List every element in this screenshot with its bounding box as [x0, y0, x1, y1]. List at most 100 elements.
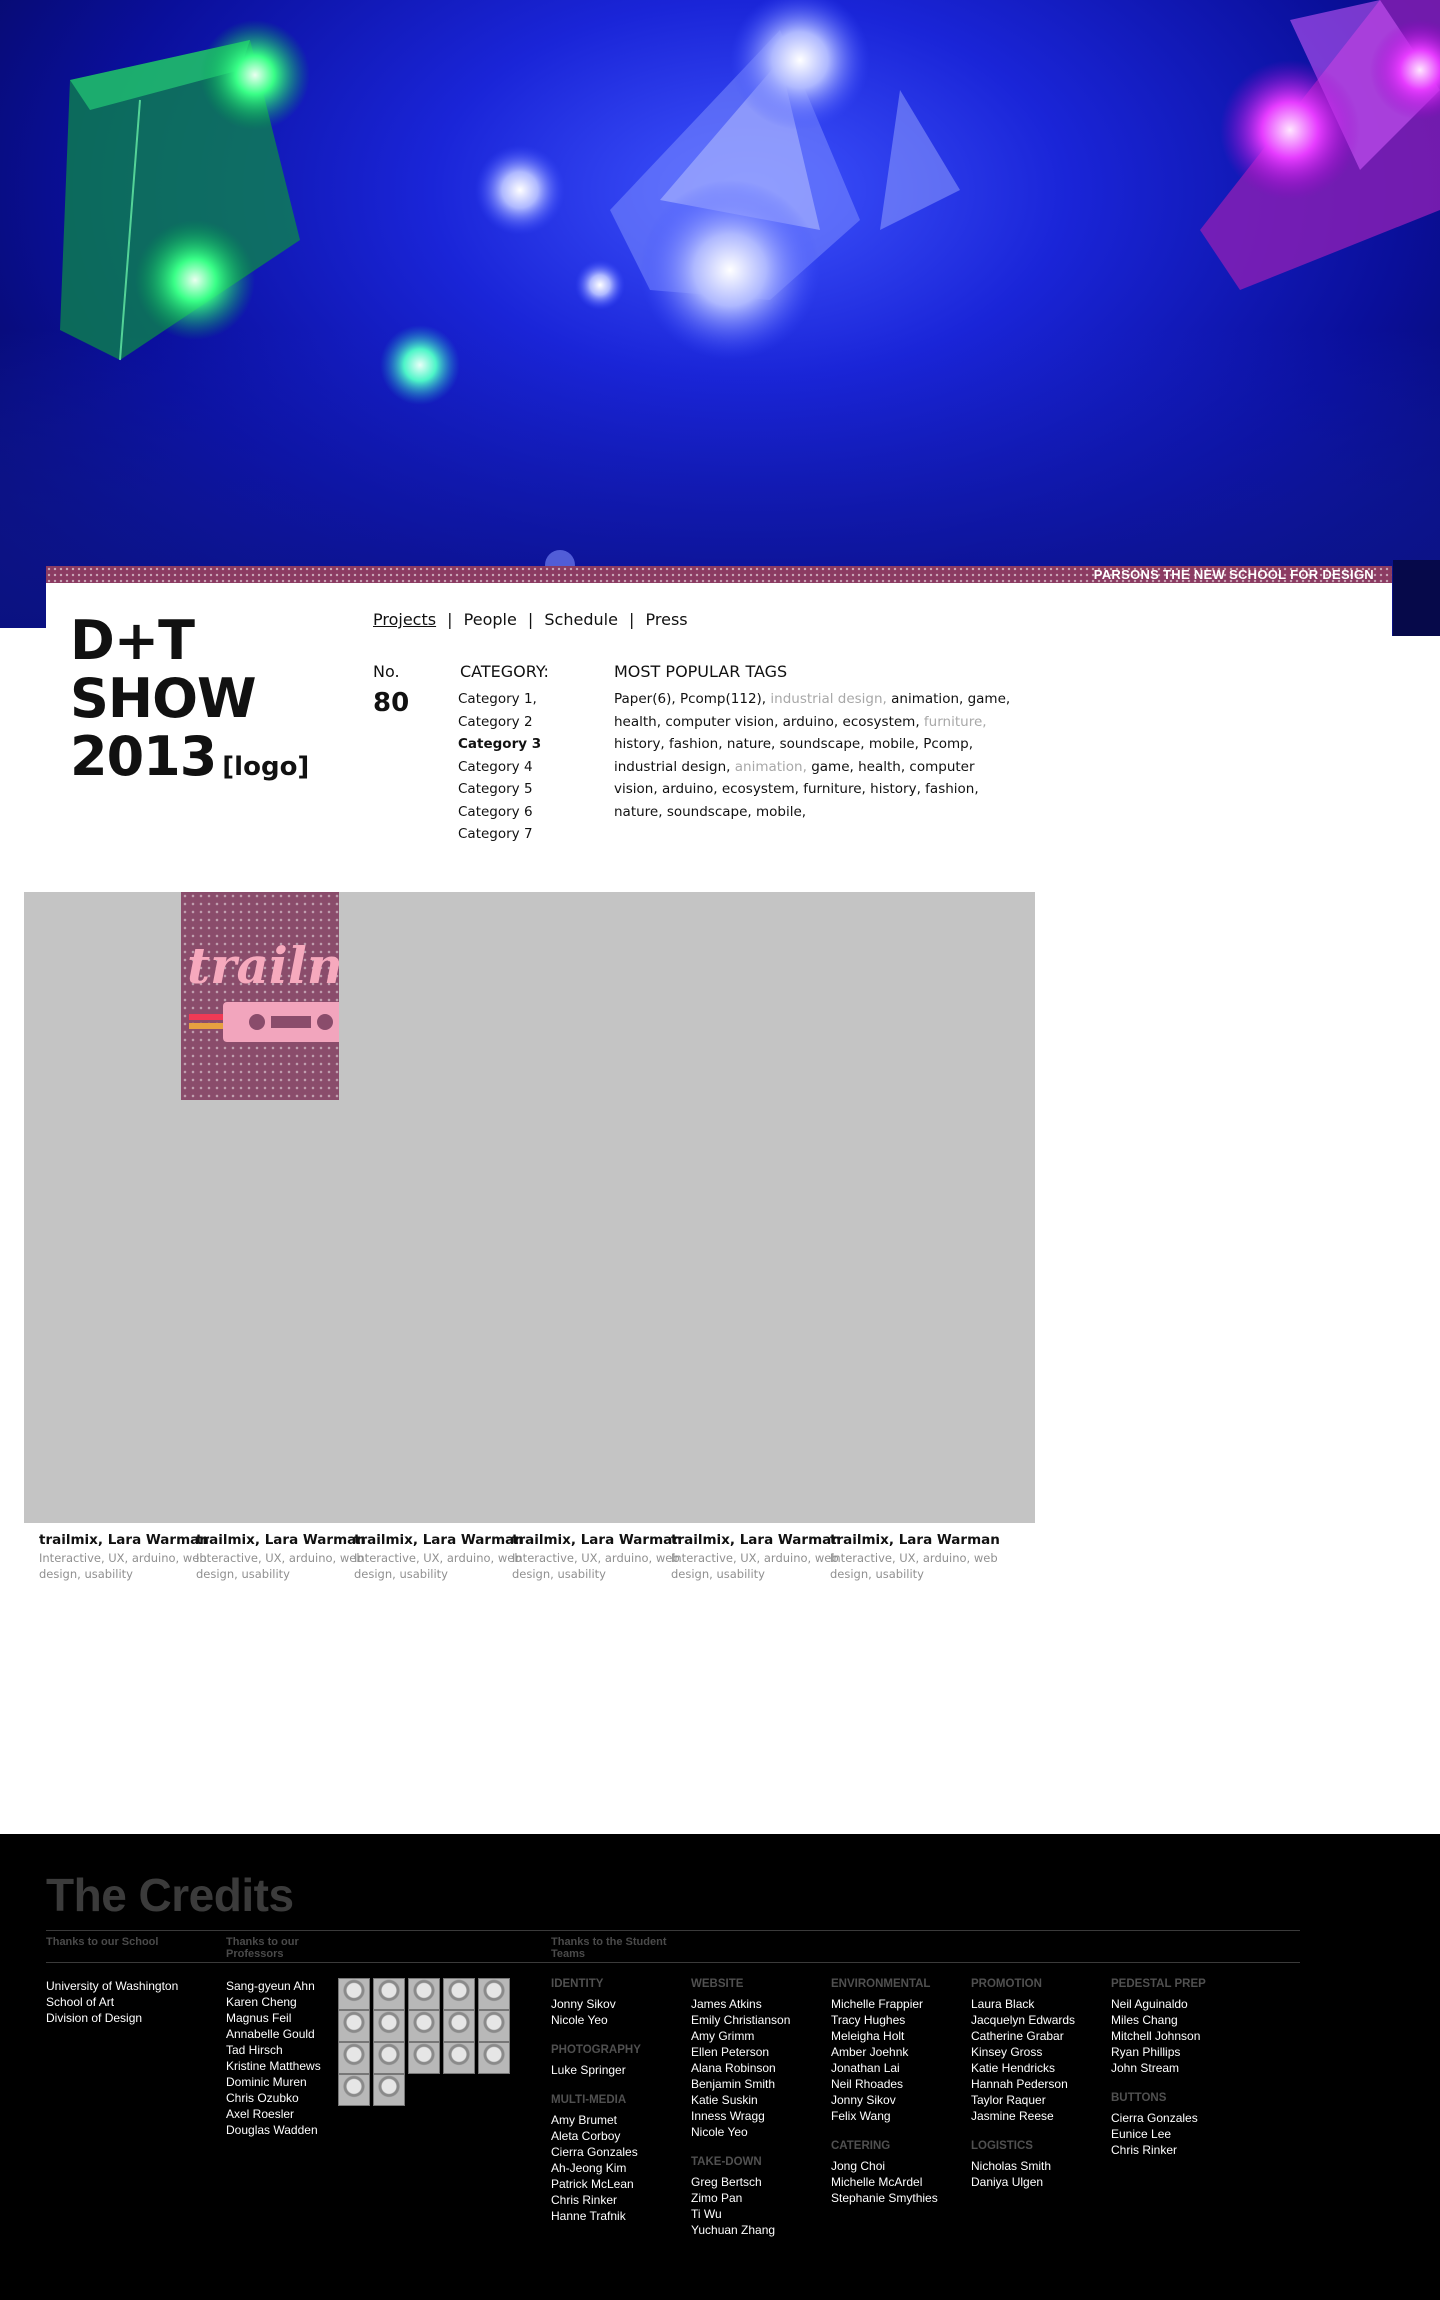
team-member: Mitchell Johnson — [1111, 2029, 1201, 2043]
tag-link[interactable]: mobile, — [869, 736, 919, 752]
team-member: Yuchuan Zhang — [691, 2223, 776, 2237]
team-member: Amy Grimm — [691, 2029, 755, 2043]
divider — [46, 1930, 1300, 1931]
tag-link[interactable]: arduino, — [662, 781, 718, 797]
portrait-photo — [338, 1978, 370, 2010]
project-thumbnail[interactable] — [815, 1307, 1035, 1523]
professor-name: Dominic Muren — [226, 2075, 307, 2089]
team-group: PROMOTION Laura Black Jacquelyn Edwards Cat… — [971, 1978, 1111, 2124]
category-item[interactable]: Category 5 — [458, 778, 541, 801]
tag-link[interactable]: fashion, — [669, 736, 722, 752]
tag-link[interactable]: animation, — [735, 759, 807, 775]
project-thumbnail[interactable] — [815, 1100, 1035, 1316]
portrait-photo — [338, 2010, 370, 2042]
category-item[interactable]: Category 1, — [458, 688, 541, 711]
project-thumbnail[interactable] — [815, 892, 1035, 1108]
tag-link[interactable]: soundscape, — [780, 736, 865, 752]
category-item[interactable]: Category 6 — [458, 801, 541, 824]
cassette-window — [271, 1016, 311, 1028]
nav-people[interactable]: People — [464, 610, 517, 629]
tag-link[interactable]: fashion, — [925, 781, 978, 797]
project-count: 80 — [373, 688, 410, 718]
main-nav: Projects | People | Schedule | Press — [373, 610, 688, 629]
team-group: BUTTONS Cierra Gonzales Eunice Lee Chris Ri… — [1111, 2092, 1251, 2158]
tag-link[interactable]: Paper(6), — [614, 691, 676, 707]
tag-link[interactable]: ecosystem, — [722, 781, 799, 797]
team-member-list: Michelle Frappier Tracy Hughes Meleigha Ho… — [831, 1996, 971, 2124]
team-heading: BUTTONS — [1111, 2092, 1167, 2104]
team-member: Cierra Gonzales — [551, 2145, 638, 2159]
title-line-3: 2013 [logo] — [70, 725, 310, 788]
team-member: Cierra Gonzales — [1111, 2111, 1198, 2125]
team-member: Ah-Jeong Kim — [551, 2161, 627, 2175]
category-item[interactable]: Category 4 — [458, 756, 541, 779]
tag-link[interactable]: game, — [968, 691, 1011, 707]
tag-link[interactable]: Pcomp(112), — [680, 691, 766, 707]
team-member-list: Luke Springer — [551, 2062, 691, 2078]
tag-link[interactable]: Pcomp, — [923, 736, 973, 752]
team-member-list: Jonny Sikov Nicole Yeo — [551, 1996, 691, 2028]
portrait-photo — [373, 1978, 405, 2010]
category-list: Category 1, Category 2 Category 3 Catego… — [458, 688, 541, 846]
tag-link[interactable]: ecosystem, — [843, 714, 920, 730]
nav-press[interactable]: Press — [646, 610, 688, 629]
team-member: Neil Rhoades — [831, 2077, 904, 2091]
school-list: University of Washington School of Art Div… — [46, 1978, 178, 2026]
tag-link[interactable]: furniture, — [924, 714, 987, 730]
school-line: Division of Design — [46, 2011, 143, 2025]
portrait-photo — [338, 2074, 370, 2106]
project-title[interactable]: trailmix, Lara Warman — [830, 1532, 1000, 1548]
nav-schedule[interactable]: Schedule — [544, 610, 618, 629]
portrait-photo — [373, 2042, 405, 2074]
category-item[interactable]: Category 7 — [458, 823, 541, 846]
tag-link[interactable]: industrial design, — [770, 691, 886, 707]
category-item-active[interactable]: Category 3 — [458, 733, 541, 756]
professor-name: Chris Ozubko — [226, 2091, 299, 2105]
tag-link[interactable]: history, — [614, 736, 665, 752]
hero-edge-strip — [0, 628, 46, 636]
team-member: Chris Rinker — [551, 2193, 618, 2207]
team-group: MULTI-MEDIA Amy Brumet Aleta Corboy Cierra … — [551, 2094, 691, 2224]
divider — [46, 1962, 1300, 1963]
team-member: Eunice Lee — [1111, 2127, 1172, 2141]
team-heading: WEBSITE — [691, 1978, 744, 1990]
team-column: IDENTITY Jonny Sikov Nicole Yeo PHOTOGRAPHY… — [551, 1978, 691, 2240]
tag-link[interactable]: health, — [858, 759, 905, 775]
team-member: Amber Joehnk — [831, 2045, 909, 2059]
tag-link[interactable]: health, — [614, 714, 661, 730]
cassette-reel — [249, 1014, 265, 1030]
project-tags: Interactive, UX, arduino, web design, us… — [830, 1551, 998, 1581]
tag-link[interactable]: history, — [870, 781, 921, 797]
category-item[interactable]: Category 2 — [458, 711, 541, 734]
team-member: Jonathan Lai — [831, 2061, 900, 2075]
show-title: D+T SHOW 2013 [logo] — [70, 612, 330, 796]
team-member: Alana Robinson — [691, 2061, 776, 2075]
team-group: TAKE-DOWN Greg Bertsch Zimo Pan Ti Wu Yuchua… — [691, 2156, 831, 2238]
team-member: Zimo Pan — [691, 2191, 743, 2205]
portrait-photo — [443, 2010, 475, 2042]
team-member: Felix Wang — [831, 2109, 891, 2123]
tag-link[interactable]: nature, — [614, 804, 663, 820]
tags-heading: MOST POPULAR TAGS — [614, 662, 788, 681]
tag-link[interactable]: industrial design, — [614, 759, 730, 775]
team-column: PROMOTION Laura Black Jacquelyn Edwards Cat… — [971, 1978, 1111, 2206]
tag-link[interactable]: game, — [811, 759, 854, 775]
tag-link[interactable]: mobile, — [756, 804, 806, 820]
team-column: WEBSITE James Atkins Emily Christianson Amy… — [691, 1978, 831, 2254]
portrait-photo — [443, 2042, 475, 2074]
project-tile[interactable]: trailmix, Lara Warman Interactive, UX, ar… — [815, 1307, 1035, 1587]
led-sculptures-illustration — [0, 0, 1440, 636]
tag-link[interactable]: soundscape, — [667, 804, 752, 820]
professor-name: Tad Hirsch — [226, 2043, 283, 2057]
tag-link[interactable]: arduino, — [783, 714, 839, 730]
portrait-photo — [478, 1978, 510, 2010]
team-member: Hanne Trafnik — [551, 2209, 626, 2223]
nav-projects[interactable]: Projects — [373, 610, 436, 629]
team-heading: PHOTOGRAPHY — [551, 2044, 641, 2056]
tag-link[interactable]: animation, — [891, 691, 963, 707]
team-heading: CATERING — [831, 2140, 891, 2152]
tag-link[interactable]: nature, — [727, 736, 776, 752]
tag-link[interactable]: computer vision, — [665, 714, 778, 730]
professor-name: Annabelle Gould — [226, 2027, 315, 2041]
tag-link[interactable]: furniture, — [803, 781, 866, 797]
